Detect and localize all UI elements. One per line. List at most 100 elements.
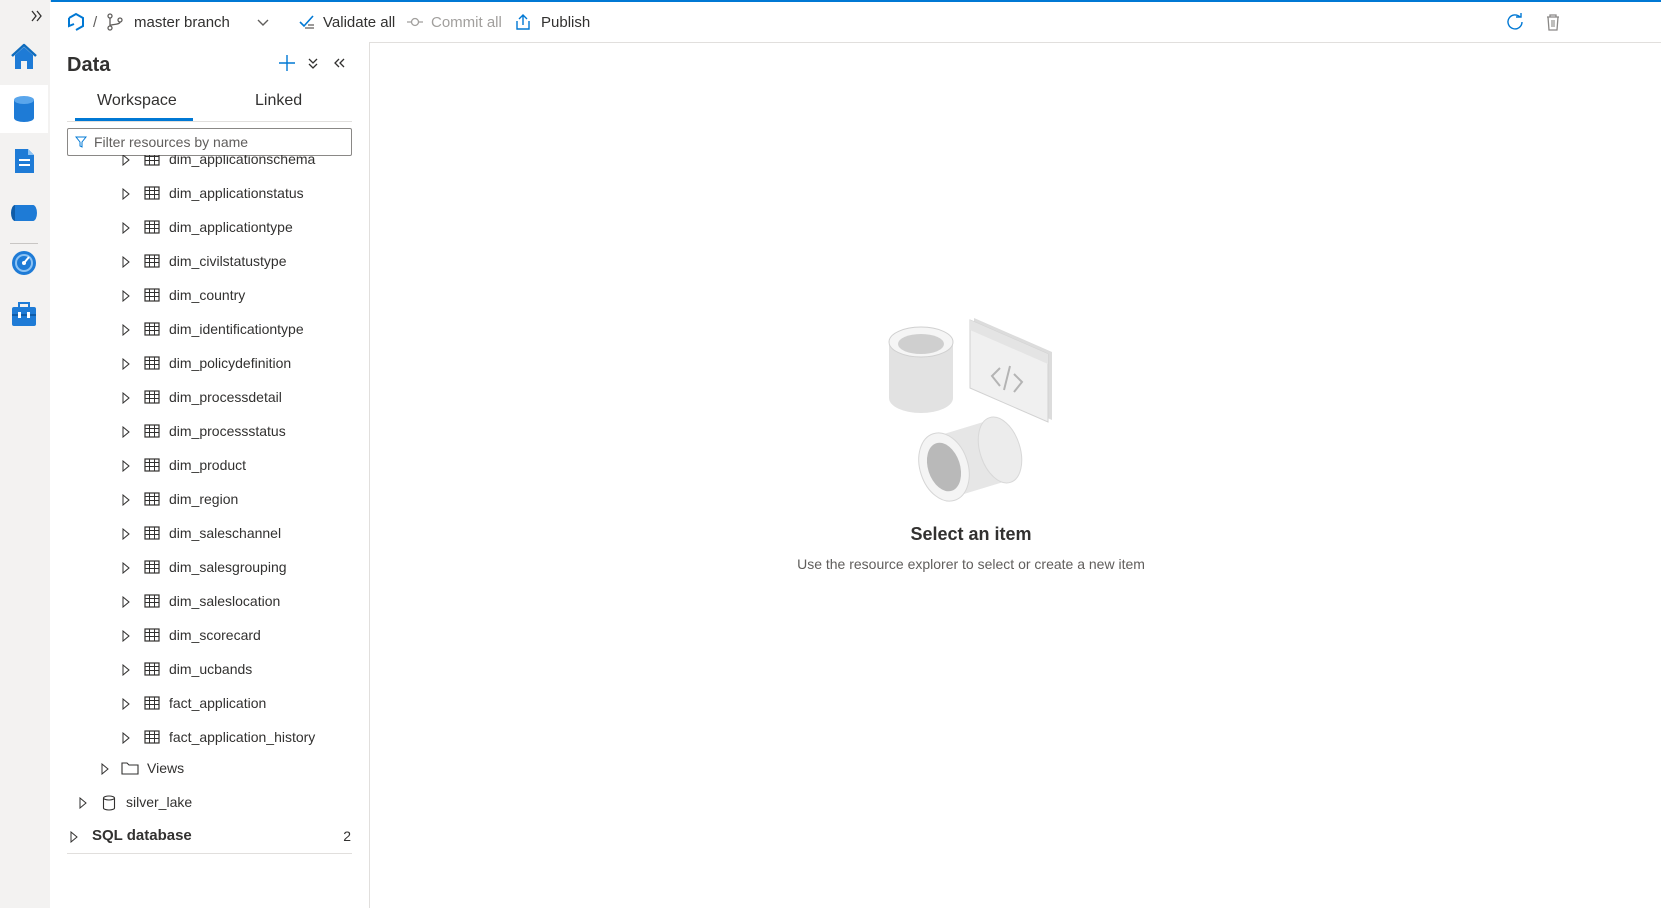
refresh-icon[interactable] — [1505, 2, 1525, 42]
filter-box — [67, 128, 352, 156]
publish-label: Publish — [541, 13, 591, 31]
section-label: SQL database — [92, 827, 192, 844]
database-label: silver_lake — [126, 794, 193, 810]
repo-icon[interactable] — [66, 2, 86, 42]
expand-icon[interactable] — [122, 528, 130, 540]
commit-all-label: Commit all — [431, 13, 502, 31]
expand-icon[interactable] — [122, 698, 130, 710]
table-name: dim_saleslocation — [169, 593, 281, 609]
publish-icon — [514, 13, 532, 31]
table-row[interactable]: dim_policydefinition — [50, 347, 369, 381]
expand-icon[interactable] — [122, 596, 130, 608]
table-row[interactable]: dim_processstatus — [50, 415, 369, 449]
table-icon — [144, 254, 160, 268]
expand-icon[interactable] — [79, 797, 87, 809]
table-icon — [144, 356, 160, 370]
table-icon — [144, 730, 160, 744]
expand-icon[interactable] — [122, 392, 130, 404]
views-label: Views — [147, 760, 185, 776]
expand-icon[interactable] — [122, 426, 130, 438]
table-row[interactable]: dim_processdetail — [50, 381, 369, 415]
tree-row-section[interactable]: SQL database 2 — [50, 820, 369, 854]
table-row[interactable]: dim_applicationstatus — [50, 177, 369, 211]
filter-icon — [75, 136, 87, 148]
expand-icon[interactable] — [122, 324, 130, 336]
home-icon[interactable] — [0, 33, 48, 81]
table-row[interactable]: dim_saleslocation — [50, 585, 369, 619]
monitor-icon[interactable] — [0, 239, 48, 287]
chevron-down-icon[interactable] — [256, 2, 270, 42]
table-row[interactable]: dim_country — [50, 279, 369, 313]
tree-row-partial[interactable]: dim_applicationschema — [50, 155, 369, 177]
expand-icon[interactable] — [122, 562, 130, 574]
table-name: dim_product — [169, 457, 247, 473]
expand-icon[interactable] — [122, 494, 130, 506]
expand-icon[interactable] — [122, 630, 130, 642]
expand-icon[interactable] — [122, 155, 130, 166]
expand-icon[interactable] — [70, 831, 78, 843]
discard-icon[interactable] — [1544, 2, 1562, 42]
table-icon — [144, 390, 160, 404]
table-name: dim_policydefinition — [169, 355, 292, 371]
table-name: dim_processstatus — [169, 423, 286, 439]
expand-icon[interactable] — [122, 732, 130, 744]
manage-icon[interactable] — [0, 290, 48, 338]
add-icon[interactable] — [276, 52, 298, 74]
table-icon — [144, 288, 160, 302]
empty-state-illustration — [882, 312, 1062, 512]
table-row[interactable]: fact_application — [50, 687, 369, 721]
table-icon — [144, 186, 160, 200]
table-row[interactable]: dim_ucbands — [50, 653, 369, 687]
table-name: dim_scorecard — [169, 627, 261, 643]
table-name: dim_ucbands — [169, 661, 253, 677]
table-icon — [144, 424, 160, 438]
expand-icon[interactable] — [122, 222, 130, 234]
branch-selector[interactable]: master branch — [134, 2, 230, 42]
panel-tabs: Workspace Linked — [67, 88, 352, 122]
table-row[interactable]: dim_salesgrouping — [50, 551, 369, 585]
develop-icon[interactable] — [0, 137, 48, 185]
table-row[interactable]: dim_saleschannel — [50, 517, 369, 551]
table-row[interactable]: fact_application_history — [50, 721, 369, 755]
integrate-icon[interactable] — [0, 189, 48, 237]
publish-button[interactable]: Publish — [514, 2, 590, 42]
expand-icon[interactable] — [122, 358, 130, 370]
expand-nav-icon[interactable] — [29, 8, 45, 24]
table-row[interactable]: dim_product — [50, 449, 369, 483]
commit-all-button[interactable]: Commit all — [406, 2, 502, 42]
empty-state-subtitle: Use the resource explorer to select or c… — [797, 556, 1145, 572]
folder-icon — [121, 762, 139, 775]
tree-row-database[interactable]: silver_lake — [50, 786, 369, 820]
table-row[interactable]: dim_region — [50, 483, 369, 517]
collapse-all-icon[interactable] — [302, 52, 324, 74]
expand-icon[interactable] — [101, 763, 109, 775]
table-icon — [144, 594, 160, 608]
tree-row-views[interactable]: Views — [50, 752, 369, 786]
table-name: fact_application — [169, 695, 267, 711]
expand-icon[interactable] — [122, 188, 130, 200]
data-icon[interactable] — [0, 85, 48, 133]
table-row[interactable]: dim_applicationtype — [50, 211, 369, 245]
table-row[interactable]: dim_civilstatustype — [50, 245, 369, 279]
table-icon — [144, 662, 160, 676]
breadcrumb-separator: / — [93, 13, 98, 31]
expand-icon[interactable] — [122, 664, 130, 676]
table-row[interactable]: dim_scorecard — [50, 619, 369, 653]
section-count: 2 — [343, 828, 351, 844]
table-icon — [144, 322, 160, 336]
table-name: dim_applicationstatus — [169, 185, 304, 201]
expand-icon[interactable] — [122, 290, 130, 302]
collapse-panel-icon[interactable] — [328, 52, 350, 74]
validate-all-button[interactable]: Validate all — [298, 2, 395, 42]
expand-icon[interactable] — [122, 256, 130, 268]
expand-icon[interactable] — [122, 460, 130, 472]
resource-tree: dim_applicationschema dim_applicationsta… — [50, 155, 369, 908]
table-icon — [144, 560, 160, 574]
tab-linked[interactable]: Linked — [255, 92, 302, 110]
table-row[interactable]: dim_identificationtype — [50, 313, 369, 347]
tab-workspace[interactable]: Workspace — [97, 92, 177, 110]
table-name: dim_applicationtype — [169, 219, 293, 235]
validate-icon — [298, 13, 316, 31]
table-icon — [144, 220, 160, 234]
filter-input[interactable] — [94, 134, 344, 150]
